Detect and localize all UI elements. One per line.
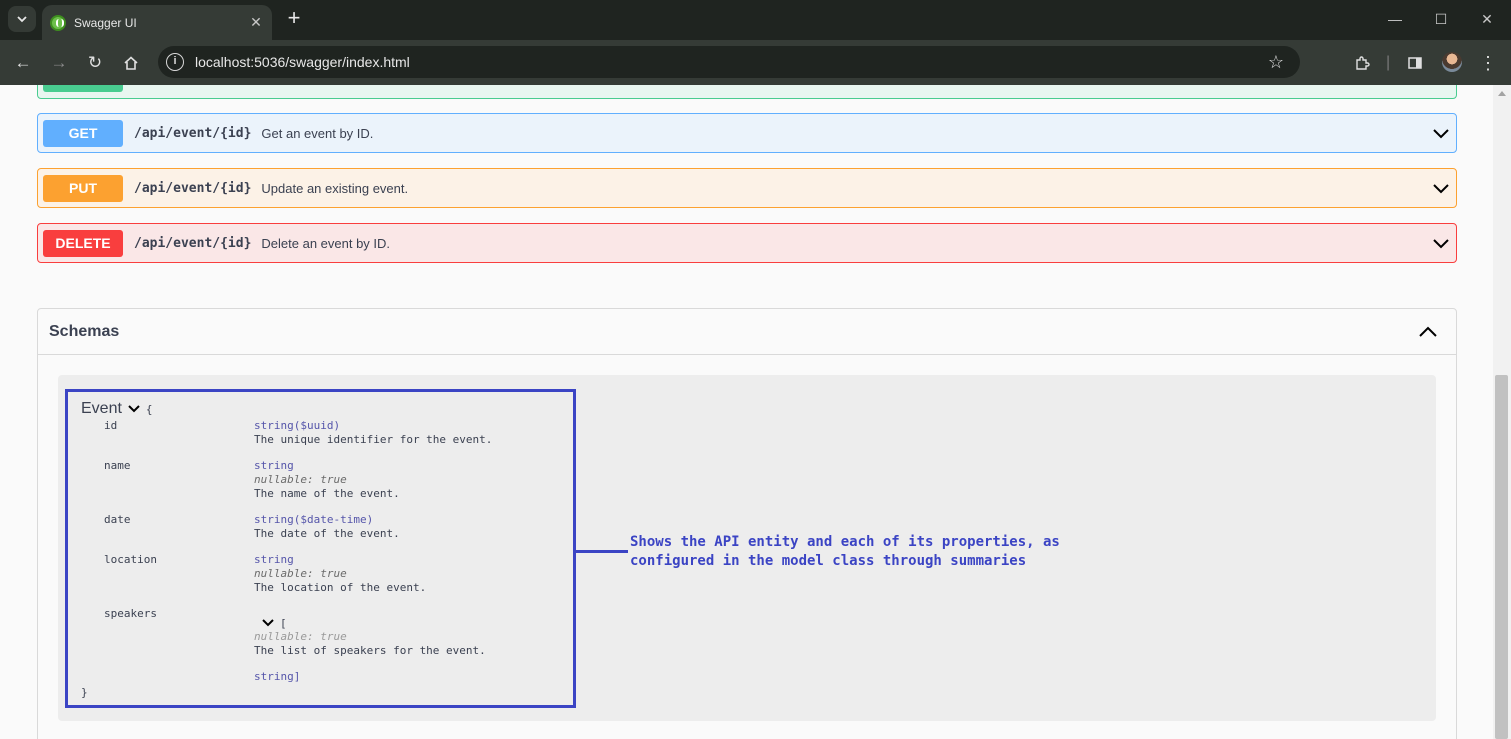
more-menu-icon[interactable]: ⋮ [1476,50,1500,76]
extensions-icon[interactable] [1350,50,1374,76]
method-badge-get: GET [43,119,123,147]
property-name-speakers: speakers [104,607,157,620]
close-brace: } [81,686,88,699]
window-close-icon[interactable]: ✕ [1472,8,1502,30]
scroll-thumb[interactable] [1495,375,1508,739]
method-badge-post [43,85,123,92]
page-scrollbar[interactable] [1493,85,1511,739]
chevron-down-icon[interactable] [1432,234,1450,252]
property-type: string [254,459,294,472]
scroll-up-arrow-icon[interactable] [1498,91,1506,96]
model-container: Event { id string($uuid) The unique iden… [58,375,1436,721]
profile-avatar[interactable] [1442,52,1462,72]
annotation-highlight-box: Event { id string($uuid) The unique iden… [65,389,576,708]
toolbar-divider: | [1386,54,1391,71]
operation-path: /api/event/{id} [134,180,252,196]
side-panel-icon[interactable] [1403,50,1427,76]
property-nullable: nullable: true [254,567,347,580]
property-nullable: nullable: true [254,473,347,486]
schemas-header[interactable]: Schemas [38,309,1456,355]
array-toggle[interactable]: [ [261,616,287,630]
property-description: The unique identifier for the event. [254,433,493,446]
method-badge-delete: DELETE [43,229,123,257]
property-description: The name of the event. [254,487,400,500]
chevron-down-icon[interactable] [1432,124,1450,142]
home-icon[interactable] [118,50,144,76]
operation-post-partial[interactable] [37,85,1457,99]
back-arrow-icon[interactable]: ← [10,50,36,76]
address-bar[interactable]: i localhost:5036/swagger/index.html ☆ [158,46,1300,78]
operation-get-event[interactable]: GET /api/event/{id} Get an event by ID. [37,113,1457,153]
open-bracket: [ [280,616,287,630]
property-name-location: location [104,553,157,566]
method-badge-put: PUT [43,174,123,202]
annotation-connector-line [576,550,628,553]
operation-path: /api/event/{id} [134,125,252,141]
browser-tab-bar: Swagger UI ✕ + — ☐ ✕ [0,0,1511,40]
annotation-text: Shows the API entity and each of its pro… [630,533,1150,571]
operation-path: /api/event/{id} [134,235,252,251]
property-type: string($date-time) [254,513,374,526]
property-description: The location of the event. [254,581,427,594]
property-description: The date of the event. [254,527,400,540]
swagger-favicon-icon [50,14,66,31]
bookmark-star-icon[interactable]: ☆ [1268,52,1284,73]
chevron-down-icon[interactable] [127,402,141,416]
tab-close-icon[interactable]: ✕ [246,14,266,31]
operation-delete-event[interactable]: DELETE /api/event/{id} Delete an event b… [37,223,1457,263]
browser-tab[interactable]: Swagger UI ✕ [42,5,272,40]
model-header[interactable]: Event { [81,400,153,418]
property-name-name: name [104,459,131,472]
chevron-down-icon[interactable] [261,616,275,630]
schemas-section: Schemas Event { id string($uuid) The uni… [37,308,1457,739]
url-text[interactable]: localhost:5036/swagger/index.html [195,54,1268,70]
operation-summary: Get an event by ID. [261,125,374,141]
array-item-type: string] [254,670,301,683]
property-nullable: nullable: true [254,630,347,643]
property-name-date: date [104,513,131,526]
tab-search-button[interactable] [8,6,36,32]
model-name[interactable]: Event [81,400,122,418]
property-name-id: id [104,419,118,432]
minimize-icon[interactable]: — [1380,8,1410,30]
chevron-down-icon[interactable] [1432,179,1450,197]
browser-toolbar: ← → ↻ i localhost:5036/swagger/index.htm… [0,40,1511,85]
reload-icon[interactable]: ↻ [82,50,108,76]
property-type: string [254,553,294,566]
forward-arrow-icon[interactable]: → [46,50,72,76]
schemas-title: Schemas [49,322,120,340]
maximize-icon[interactable]: ☐ [1426,8,1456,30]
annotation-line-2: configured in the model class through su… [630,553,1027,569]
property-description: The list of speakers for the event. [254,644,486,657]
chevron-up-icon[interactable] [1418,322,1438,342]
operation-put-event[interactable]: PUT /api/event/{id} Update an existing e… [37,168,1457,208]
chevron-down-icon [17,16,27,23]
new-tab-button[interactable]: + [282,6,306,32]
annotation-line-1: Shows the API entity and each of its pro… [630,534,1060,550]
operation-summary: Delete an event by ID. [261,235,391,251]
site-info-icon[interactable]: i [166,53,184,71]
open-brace: { [145,402,153,416]
operation-summary: Update an existing event. [261,180,409,196]
property-type: string($uuid) [254,419,341,432]
tab-title: Swagger UI [74,15,137,30]
swagger-page: GET /api/event/{id} Get an event by ID. … [0,85,1493,739]
